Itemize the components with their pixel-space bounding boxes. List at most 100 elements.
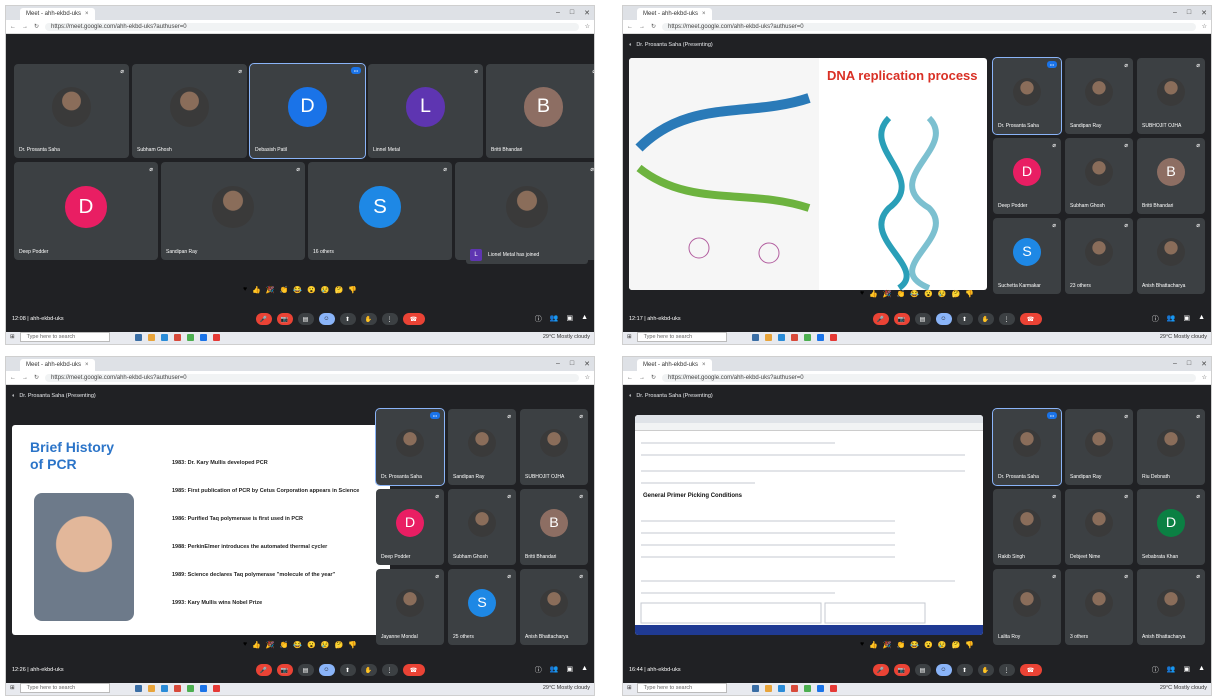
- emoji-icon[interactable]: ☺: [935, 664, 952, 676]
- activities-icon[interactable]: ▲: [581, 665, 588, 675]
- taskbar-app-icon[interactable]: [816, 333, 824, 341]
- reaction-emoji[interactable]: 🎉: [883, 641, 892, 649]
- windows-start-icon[interactable]: ⊞: [627, 334, 632, 340]
- more-options-icon[interactable]: ⋮: [998, 313, 1015, 325]
- camera-off-icon[interactable]: 📷: [893, 313, 910, 325]
- participant-tile[interactable]: ⌀ B Britti Bhandari: [1137, 138, 1205, 214]
- taskbar-search[interactable]: Type here to search: [636, 683, 727, 693]
- camera-off-icon[interactable]: 📷: [276, 313, 293, 325]
- reaction-emoji[interactable]: ♥: [860, 641, 864, 649]
- taskbar-app-icon[interactable]: [147, 684, 155, 692]
- participant-tile[interactable]: ⌀ 23 others: [1065, 218, 1133, 294]
- url-field[interactable]: https://meet.google.com/ahh-ekbd-uks?aut…: [45, 373, 579, 382]
- maximize-icon[interactable]: □: [570, 360, 574, 368]
- camera-off-icon[interactable]: 📷: [893, 664, 910, 676]
- reaction-emoji[interactable]: 😮: [307, 286, 316, 294]
- info-icon[interactable]: ⓘ: [535, 665, 542, 675]
- participant-tile[interactable]: ⌀ Sandipan Ray: [1065, 409, 1133, 485]
- participant-tile[interactable]: ⌀ D Deep Podder: [993, 138, 1061, 214]
- reaction-emoji[interactable]: 👎: [965, 641, 974, 649]
- reload-icon[interactable]: ↻: [651, 23, 656, 30]
- end-call-icon[interactable]: ☎: [1019, 664, 1042, 676]
- raise-hand-icon[interactable]: ✋: [977, 313, 994, 325]
- participant-tile[interactable]: ⌀ Debjeet Nime: [1065, 489, 1133, 565]
- reaction-emoji[interactable]: 👏: [280, 641, 289, 649]
- participant-tile[interactable]: ⌀ D Sebabrata Khan: [1137, 489, 1205, 565]
- taskbar-app-icon[interactable]: [829, 333, 837, 341]
- captions-icon[interactable]: ▤: [297, 664, 314, 676]
- reaction-emoji[interactable]: 👏: [897, 641, 906, 649]
- participant-tile[interactable]: ⌀ Anish Bhattacharya: [520, 569, 588, 645]
- windows-start-icon[interactable]: ⊞: [627, 685, 632, 691]
- forward-icon[interactable]: →: [639, 375, 645, 381]
- reaction-emoji[interactable]: 👎: [348, 641, 357, 649]
- captions-icon[interactable]: ▤: [914, 313, 931, 325]
- mic-off-icon[interactable]: 🎤: [872, 313, 889, 325]
- participant-tile[interactable]: ⌀ Anish Bhattacharya: [1137, 218, 1205, 294]
- emoji-icon[interactable]: ☺: [935, 313, 952, 325]
- participant-tile[interactable]: ⌀ B Britti Bhandari: [520, 489, 588, 565]
- people-icon[interactable]: 👥: [1167, 314, 1176, 324]
- taskbar-app-icon[interactable]: [173, 684, 181, 692]
- participant-tile[interactable]: ••• Dr. Prosanta Saha: [375, 408, 445, 486]
- mic-off-icon[interactable]: 🎤: [872, 664, 889, 676]
- participant-tile[interactable]: ⌀ L Linnel Metal: [368, 64, 483, 158]
- present-icon[interactable]: ⬆: [956, 313, 973, 325]
- reaction-emoji[interactable]: 👏: [897, 290, 906, 298]
- info-icon[interactable]: ⓘ: [535, 314, 542, 324]
- chat-icon[interactable]: ▣: [1183, 665, 1190, 675]
- reaction-emoji[interactable]: 🎉: [266, 641, 275, 649]
- participant-tile[interactable]: ⌀ Jayanne Mondal: [376, 569, 444, 645]
- end-call-icon[interactable]: ☎: [402, 664, 425, 676]
- reaction-emoji[interactable]: 😂: [293, 641, 302, 649]
- taskbar-app-icon[interactable]: [134, 684, 142, 692]
- windows-start-icon[interactable]: ⊞: [10, 334, 15, 340]
- taskbar-app-icon[interactable]: [147, 333, 155, 341]
- participant-tile[interactable]: ⌀ SUBHOJIT OJHA: [520, 409, 588, 485]
- present-icon[interactable]: ⬆: [339, 664, 356, 676]
- back-icon[interactable]: ←: [10, 375, 16, 381]
- taskbar-app-icon[interactable]: [199, 684, 207, 692]
- emoji-icon[interactable]: ☺: [318, 664, 335, 676]
- participant-tile[interactable]: ⌀ Subham Ghosh: [1065, 138, 1133, 214]
- taskbar-app-icon[interactable]: [777, 684, 785, 692]
- end-call-icon[interactable]: ☎: [1019, 313, 1042, 325]
- more-options-icon[interactable]: ⋮: [381, 313, 398, 325]
- reaction-emoji[interactable]: ♥: [243, 286, 247, 294]
- reload-icon[interactable]: ↻: [34, 374, 39, 381]
- chat-icon[interactable]: ▣: [566, 665, 573, 675]
- captions-icon[interactable]: ▤: [297, 313, 314, 325]
- taskbar-app-icon[interactable]: [212, 684, 220, 692]
- people-icon[interactable]: 👥: [550, 665, 559, 675]
- reaction-emoji[interactable]: 🎉: [883, 290, 892, 298]
- mic-off-icon[interactable]: 🎤: [255, 664, 272, 676]
- reaction-emoji[interactable]: 👍: [869, 641, 878, 649]
- end-call-icon[interactable]: ☎: [402, 313, 425, 325]
- reaction-emoji[interactable]: 👍: [252, 286, 261, 294]
- activities-icon[interactable]: ▲: [1198, 314, 1205, 324]
- participant-tile[interactable]: ⌀ B Britti Bhandari: [486, 64, 594, 158]
- reaction-emoji[interactable]: 👏: [280, 286, 289, 294]
- reaction-emoji[interactable]: ♥: [860, 290, 864, 298]
- minimize-icon[interactable]: –: [1173, 360, 1177, 368]
- star-icon[interactable]: ☆: [1202, 23, 1207, 30]
- taskbar-app-icon[interactable]: [816, 684, 824, 692]
- reaction-emoji[interactable]: 🎉: [266, 286, 275, 294]
- activities-icon[interactable]: ▲: [1198, 665, 1205, 675]
- emoji-icon[interactable]: ☺: [318, 313, 335, 325]
- participant-tile[interactable]: ••• Dr. Prosanta Saha: [992, 57, 1062, 135]
- people-icon[interactable]: 👥: [1167, 665, 1176, 675]
- reaction-emoji[interactable]: 😢: [321, 641, 330, 649]
- taskbar-app-icon[interactable]: [160, 333, 168, 341]
- windows-start-icon[interactable]: ⊞: [10, 685, 15, 691]
- close-tab-icon[interactable]: ×: [85, 11, 89, 17]
- taskbar-app-icon[interactable]: [790, 684, 798, 692]
- people-icon[interactable]: 👥: [550, 314, 559, 324]
- close-window-icon[interactable]: ✕: [1201, 9, 1207, 17]
- reaction-emoji[interactable]: 😂: [910, 290, 919, 298]
- captions-icon[interactable]: ▤: [914, 664, 931, 676]
- participant-tile[interactable]: ⌀ S 25 others: [448, 569, 516, 645]
- taskbar-app-icon[interactable]: [751, 684, 759, 692]
- taskbar-app-icon[interactable]: [186, 333, 194, 341]
- url-field[interactable]: https://meet.google.com/ahh-ekbd-uks?aut…: [662, 373, 1196, 382]
